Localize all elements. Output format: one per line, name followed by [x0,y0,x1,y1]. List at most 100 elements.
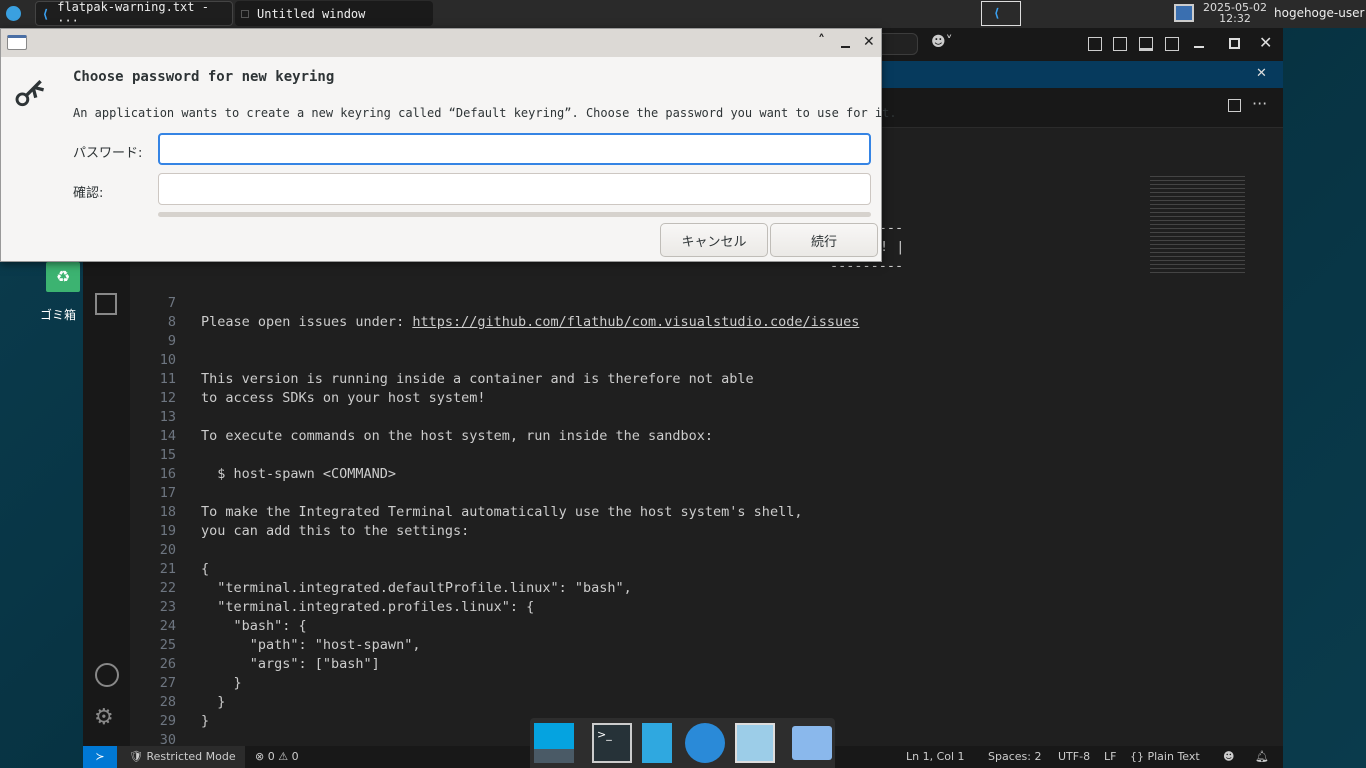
code-text: To execute commands on the host system, … [201,428,714,444]
code-text: This version is running inside a contain… [201,371,754,387]
copilot-icon[interactable]: ☻˅ [931,34,953,50]
network-icon[interactable] [1174,4,1194,22]
window-title: Untitled window [257,6,366,21]
user-name[interactable]: hogehoge-user [1274,6,1364,20]
line-number: 10 [159,352,176,368]
encoding[interactable]: UTF-8 [1058,750,1090,763]
settings-gear-icon[interactable]: ⚙ [94,705,114,730]
code-text: $ host-spawn <COMMAND> [201,466,397,482]
warning-count: 0 [291,750,299,763]
password-input[interactable] [158,133,871,165]
line-number: 27 [159,675,176,691]
line-number: 23 [159,599,176,615]
toggle-sidebar-icon[interactable] [1113,37,1127,51]
workspace-pager[interactable]: ⟨ [981,1,1021,26]
more-actions-icon[interactable]: ··· [1252,94,1267,113]
code-line: "terminal.integrated.profiles.linux": { [201,599,534,615]
line-number: 20 [159,542,176,558]
code-line: { [201,561,209,577]
dialog-title-bar: ˄ ✕ [1,29,881,57]
code-line: $ host-spawn <COMMAND> [201,466,396,482]
code-text: "args": ["bash"] [201,656,380,672]
line-number: 19 [159,523,176,539]
minimap[interactable] [1150,173,1245,273]
line-number: 13 [159,409,176,425]
toggle-panel-icon[interactable] [1139,37,1153,51]
code-text: "terminal.integrated.defaultProfile.linu… [201,580,632,596]
code-text: } [201,675,242,691]
cursor-position[interactable]: Ln 1, Col 1 [906,750,965,763]
file-cabinet-icon[interactable] [642,723,672,763]
restricted-mode-label: Restricted Mode [146,750,236,763]
code-line: you can add this to the settings: [201,523,469,539]
confirm-label: 確認: [73,186,104,201]
search-app-icon[interactable] [735,723,775,763]
extensions-icon[interactable] [95,293,117,315]
taskbar: ⟨ flatpak-warning.txt - ··· Untitled win… [0,0,1366,28]
code-text: } [201,713,210,729]
code-text: "bash": { [201,618,307,634]
line-number: 30 [159,732,176,746]
code-line: This version is running inside a contain… [201,371,754,387]
maximize-button[interactable] [1229,38,1240,49]
show-desktop-icon[interactable] [534,723,574,763]
remote-indicator[interactable]: ≻ [83,746,117,768]
code-text: { [201,561,210,577]
code-line: To make the Integrated Terminal automati… [201,504,802,520]
line-number: 9 [167,333,176,349]
folder-icon[interactable] [792,726,832,760]
code-text: To make the Integrated Terminal automati… [201,504,803,520]
account-icon[interactable] [95,663,119,687]
code-line: to access SDKs on your host system! [201,390,485,406]
copilot-status-icon[interactable]: ☻ [1223,750,1234,763]
code-line: } [201,675,242,691]
restricted-mode[interactable]: 🛡 Restricted Mode [117,746,245,768]
terminal-icon[interactable]: >_ [592,723,632,763]
code-text: you can add this to the settings: [201,523,470,539]
line-number: 7 [167,295,176,311]
minimize-button[interactable] [1194,46,1204,48]
language-mode[interactable]: {} Plain Text [1130,750,1200,763]
code-line: "bash": { [201,618,307,634]
cancel-button[interactable]: キャンセル [660,223,768,257]
app-menu-icon[interactable] [6,6,21,21]
key-icon: ⚷ [3,65,57,119]
notifications-bell-icon[interactable]: 🔔︎ [1255,750,1269,763]
minimize-button[interactable] [841,46,850,48]
close-button[interactable]: ✕ [1259,33,1272,52]
line-number: 26 [159,656,176,672]
time: 12:32 [1219,12,1251,25]
customize-layout-icon[interactable] [1088,37,1102,51]
line-number: 25 [159,637,176,653]
indentation[interactable]: Spaces: 2 [988,750,1041,763]
close-button[interactable]: ✕ [863,34,875,50]
code-line: "args": ["bash"] [201,656,380,672]
eol[interactable]: LF [1104,750,1116,763]
close-notification-icon[interactable]: ✕ [1256,66,1267,81]
trash-icon: ♻ [46,262,80,292]
toggle-secondary-sidebar-icon[interactable] [1165,37,1179,51]
code-text: } [201,694,226,710]
line-number: 29 [159,713,176,729]
shade-button[interactable]: ˄ [818,33,825,49]
code-line: "path": "host-spawn", [201,637,421,653]
continue-button[interactable]: 続行 [770,223,878,257]
line-number: 14 [159,428,176,444]
issues-link[interactable]: https://github.com/flathub/com.visualstu… [412,314,859,330]
split-editor-icon[interactable] [1228,99,1241,112]
web-browser-icon[interactable] [685,723,725,763]
taskbar-window-vscode[interactable]: ⟨ flatpak-warning.txt - ··· [35,0,233,28]
dialog-heading: Choose password for new keyring [73,69,335,85]
code-line: } [201,694,225,710]
confirm-input[interactable] [158,173,871,205]
line-number: 17 [159,485,176,501]
clock[interactable]: 2025-05-02 12:32 [1200,2,1270,24]
code-line: To execute commands on the host system, … [201,428,713,444]
code-line: } [201,713,209,729]
problems-indicator[interactable]: ⊗ 0 ⚠ 0 [255,750,299,763]
code-text: to access SDKs on your host system! [201,390,486,406]
taskbar-window-untitled[interactable]: Untitled window [235,1,433,26]
banner-tail: ! | [880,239,905,255]
vscode-icon: ⟨ [994,6,1000,20]
code-text: "path": "host-spawn", [201,637,421,653]
